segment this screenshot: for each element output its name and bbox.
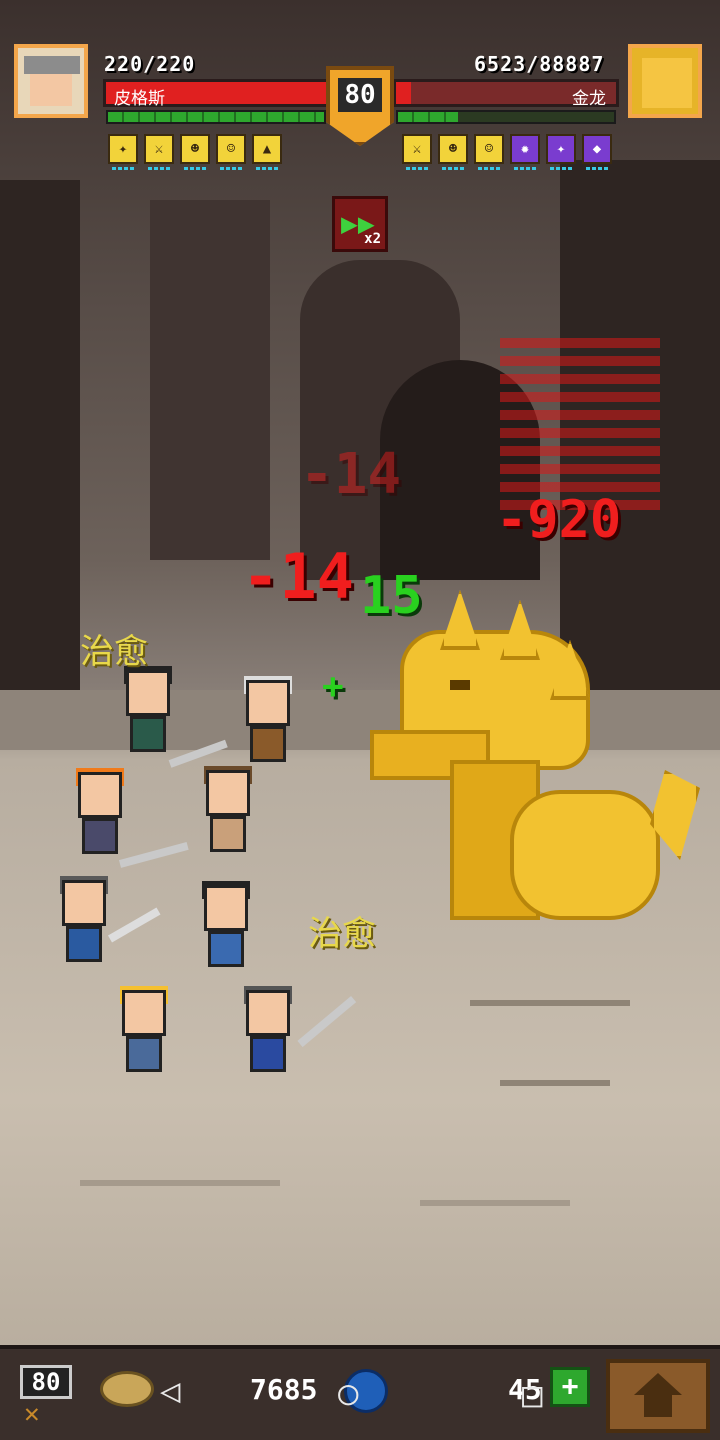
house-icon xyxy=(634,1373,682,1395)
heal-label: 治愈 xyxy=(80,632,148,672)
add-gems-button[interactable]: + xyxy=(550,1367,590,1407)
player-name: 皮格斯 xyxy=(114,89,165,109)
nav-back-icon[interactable]: ◁ xyxy=(160,1371,180,1411)
hero-blonde[interactable] xyxy=(116,986,172,1080)
boss-portrait[interactable] xyxy=(628,44,702,118)
buff-icon[interactable]: ✦ xyxy=(108,134,138,170)
damage-number-faded: -14 xyxy=(300,442,402,507)
heal-label: 治愈 xyxy=(308,914,376,954)
speed-toggle-button[interactable]: ▶▶ x2 xyxy=(332,196,388,252)
stage-level-badge: 80 xyxy=(326,66,394,146)
buff-icon[interactable]: ⚔ xyxy=(144,134,174,170)
boss-damage-stack xyxy=(500,330,660,510)
player-hp-text: 220/220 xyxy=(104,52,196,76)
buff-icon[interactable]: ☻ xyxy=(180,134,210,170)
damage-number: -14 xyxy=(242,540,354,613)
gold-amount: 7685 xyxy=(250,1373,318,1406)
home-button[interactable] xyxy=(606,1359,710,1433)
ground-crack xyxy=(420,1200,570,1206)
hero-monk[interactable] xyxy=(200,766,256,860)
buff-icon[interactable]: ⚔ xyxy=(402,134,432,170)
buff-icon[interactable]: ▲ xyxy=(252,134,282,170)
player-level-badge[interactable]: 80 ✕ xyxy=(16,1359,76,1429)
boss-damage-number: -920 xyxy=(496,490,622,550)
crossed-swords-icon: ✕ xyxy=(24,1399,40,1429)
ground-crack xyxy=(470,1000,630,1006)
heal-number: 15 xyxy=(360,566,423,626)
player-buff-row: ✦ ⚔ ☻ ☺ ▲ xyxy=(108,134,282,170)
stage-level: 80 xyxy=(338,78,382,112)
dragon-body xyxy=(510,790,660,920)
speed-multiplier: x2 xyxy=(364,231,381,247)
buff-icon[interactable]: ☻ xyxy=(438,134,468,170)
buff-icon[interactable]: ✦ xyxy=(546,134,576,170)
dragon-spike xyxy=(440,590,480,650)
nav-recents-icon[interactable]: □ xyxy=(522,1375,542,1415)
bottom-bar: 80 ✕ ◁ 7685 ○ 45 □ + xyxy=(0,1345,720,1440)
boss-name: 金龙 xyxy=(572,89,606,109)
dragon-eye xyxy=(450,680,470,690)
hero-mage[interactable] xyxy=(198,881,254,975)
boss-hp-text: 6523/88887 xyxy=(474,52,605,76)
hero-goggles[interactable] xyxy=(72,768,128,862)
hero-archer[interactable] xyxy=(240,676,296,770)
hero-warrior[interactable] xyxy=(120,666,176,760)
player-level: 80 xyxy=(20,1365,72,1399)
golden-dragon[interactable] xyxy=(360,590,710,935)
hero-player[interactable] xyxy=(240,986,296,1080)
hero-weapon xyxy=(118,842,189,868)
player-energy-bar xyxy=(106,110,326,124)
gold-coin-icon xyxy=(100,1371,154,1407)
buff-icon[interactable]: ☺ xyxy=(474,134,504,170)
hero-helmet[interactable] xyxy=(56,876,112,970)
boss-buff-row: ⚔ ☻ ☺ ✹ ✦ ◆ xyxy=(402,134,612,170)
player-hp-bar: 皮格斯 xyxy=(103,79,338,109)
tree-trunk xyxy=(150,200,270,560)
nav-home-icon[interactable]: ○ xyxy=(338,1373,358,1413)
hero-bow xyxy=(108,907,161,943)
boss-hp-fill xyxy=(396,82,412,104)
heal-plus-small: + xyxy=(322,666,344,707)
hero-weapon xyxy=(297,995,357,1048)
ground-crack xyxy=(80,1180,280,1186)
boss-energy-bar xyxy=(396,110,616,124)
player-portrait[interactable] xyxy=(14,44,88,118)
buff-icon[interactable]: ◆ xyxy=(582,134,612,170)
ground-crack xyxy=(500,1080,610,1086)
top-hud: 220/220 皮格斯 6523/88887 金龙 80 ✦ ⚔ ☻ ☺ ▲ ⚔… xyxy=(0,0,720,190)
buff-icon[interactable]: ☺ xyxy=(216,134,246,170)
tree-trunk xyxy=(0,180,80,700)
boss-hp-bar: 金龙 xyxy=(393,79,619,109)
buff-icon[interactable]: ✹ xyxy=(510,134,540,170)
